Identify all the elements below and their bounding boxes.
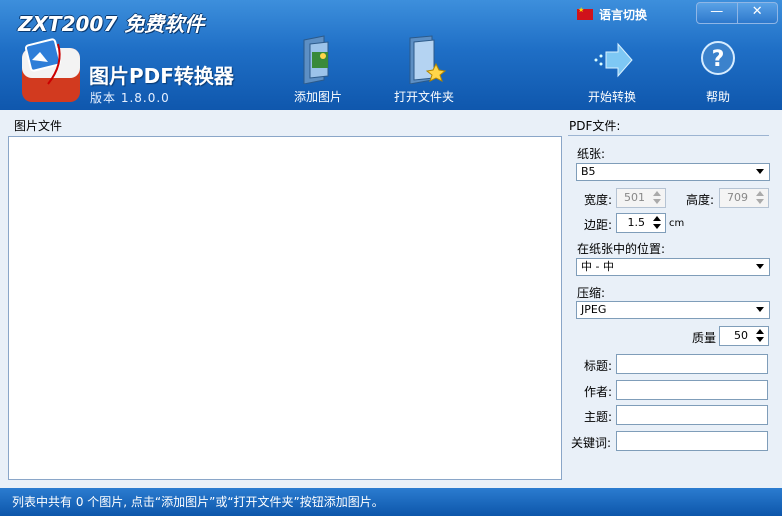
open-folder-label: 打开文件夹	[393, 90, 454, 104]
compress-value: JPEG	[581, 303, 607, 316]
spin-up-icon	[756, 191, 764, 196]
language-label: 语言切换	[599, 8, 648, 22]
svg-text:?: ?	[712, 47, 725, 72]
window-controls: — ✕	[696, 2, 778, 24]
position-value: 中 - 中	[581, 260, 614, 273]
china-flag-icon	[577, 6, 593, 20]
keywords-input[interactable]	[616, 431, 768, 451]
header: ZXT2007 免费软件 图片PDF转换器 版本 1.8.0.0 添加图片 打开…	[0, 0, 782, 110]
quality-value: 50	[734, 329, 748, 342]
height-spinner[interactable]: 709	[719, 188, 769, 208]
keywords-label: 关键词:	[571, 436, 612, 450]
close-button[interactable]: ✕	[736, 3, 778, 23]
height-value: 709	[727, 191, 748, 204]
app-window: ZXT2007 免费软件 图片PDF转换器 版本 1.8.0.0 添加图片 打开…	[0, 0, 782, 516]
margin-spinner[interactable]: 1.5	[616, 213, 666, 233]
spin-down-icon	[756, 199, 764, 204]
subject-label: 主题:	[584, 410, 613, 424]
position-select[interactable]: 中 - 中	[576, 258, 770, 276]
spin-down-icon	[756, 337, 764, 342]
quality-label: 质量	[692, 331, 717, 345]
divider	[568, 135, 769, 136]
width-label: 宽度:	[584, 193, 613, 207]
paper-label: 纸张:	[577, 147, 606, 161]
help-label: 帮助	[705, 90, 730, 104]
help-icon: ?	[701, 41, 735, 75]
margin-unit: cm	[669, 218, 685, 229]
spin-up-icon	[756, 329, 764, 334]
spin-down-icon	[653, 224, 661, 229]
help-button[interactable]: ? 帮助	[678, 34, 758, 105]
add-image-button[interactable]: 添加图片	[278, 34, 358, 105]
app-version: 版本 1.8.0.0	[90, 91, 170, 105]
arrow-right-icon	[594, 42, 633, 78]
compress-label: 压缩:	[577, 286, 606, 300]
spin-up-icon	[653, 216, 661, 221]
quality-spinner[interactable]: 50	[719, 326, 769, 346]
title-input[interactable]	[616, 354, 768, 374]
chevron-down-icon	[756, 307, 764, 312]
image-files-label: 图片文件	[14, 119, 63, 133]
paper-select[interactable]: B5	[576, 163, 770, 181]
app-logo-icon	[22, 38, 80, 102]
chevron-down-icon	[756, 169, 764, 174]
chevron-down-icon	[756, 264, 764, 269]
add-image-label: 添加图片	[293, 90, 342, 104]
paper-value: B5	[581, 165, 596, 178]
width-value: 501	[624, 191, 645, 204]
minimize-button[interactable]: —	[697, 3, 737, 23]
image-file-list[interactable]	[8, 136, 562, 480]
margin-label: 边距:	[584, 218, 613, 232]
open-folder-button[interactable]: 打开文件夹	[384, 34, 464, 105]
height-label: 高度:	[686, 193, 715, 207]
add-image-icon	[303, 35, 329, 84]
margin-value: 1.5	[627, 216, 646, 229]
width-spinner[interactable]: 501	[616, 188, 666, 208]
position-label: 在纸张中的位置:	[577, 242, 666, 256]
start-convert-button[interactable]: 开始转换	[572, 34, 652, 105]
open-folder-icon	[409, 35, 446, 84]
status-text: 列表中共有 0 个图片, 点击“添加图片”或“打开文件夹”按钮添加图片。	[12, 495, 384, 509]
pdf-settings-panel: PDF文件: 纸张: B5 宽度: 501 高度: 709 边距: 1.5 cm…	[568, 110, 782, 488]
author-label: 作者:	[584, 385, 613, 399]
status-bar: 列表中共有 0 个图片, 点击“添加图片”或“打开文件夹”按钮添加图片。	[0, 488, 782, 516]
compress-select[interactable]: JPEG	[576, 301, 770, 319]
app-title: 图片PDF转换器	[89, 64, 234, 88]
subject-input[interactable]	[616, 405, 768, 425]
start-convert-label: 开始转换	[587, 90, 636, 104]
author-input[interactable]	[616, 380, 768, 400]
pdf-section-title: PDF文件:	[569, 119, 621, 133]
language-switch[interactable]: 语言切换	[577, 6, 647, 23]
spin-down-icon	[653, 199, 661, 204]
spin-up-icon	[653, 191, 661, 196]
brand-text: ZXT2007 免费软件	[18, 12, 205, 36]
title-label: 标题:	[584, 359, 613, 373]
